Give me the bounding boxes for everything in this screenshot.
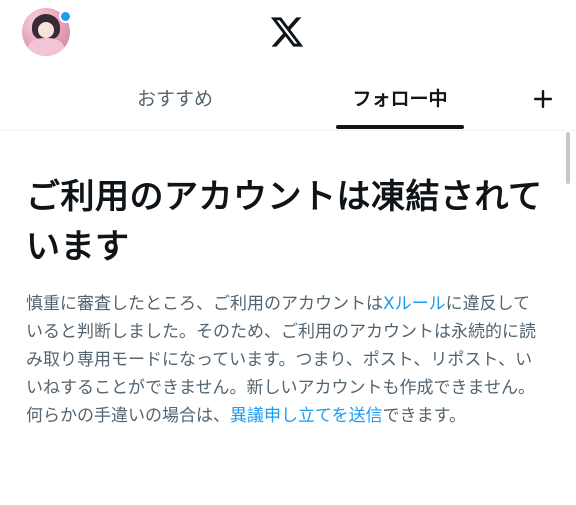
avatar-notification-dot <box>59 10 72 23</box>
tab-following[interactable]: フォロー中 <box>330 64 470 130</box>
top-bar <box>0 0 576 64</box>
scrollbar[interactable] <box>566 132 570 184</box>
submit-appeal-link[interactable]: 異議申し立てを送信 <box>230 406 383 426</box>
notice-headline: ご利用のアカウントは凍結されています <box>26 177 543 267</box>
suspension-notice: ご利用のアカウントは凍結されています 慎重に審査したところ、ご利用のアカウントは… <box>26 172 546 430</box>
active-tab-indicator <box>336 125 464 129</box>
avatar-body <box>28 38 64 56</box>
add-tab-button[interactable] <box>526 82 560 116</box>
plus-icon <box>534 90 552 108</box>
x-logo-icon <box>270 17 304 47</box>
x-rules-link[interactable]: Xルール <box>383 294 446 314</box>
avatar-face <box>38 22 54 38</box>
timeline-tabs: おすすめ フォロー中 <box>0 64 576 131</box>
notice-body-part3: できます。 <box>382 406 466 426</box>
notice-body-part1: 慎重に審査したところ、ご利用のアカウントは <box>26 294 383 314</box>
tab-recommended[interactable]: おすすめ <box>100 64 250 130</box>
notice-body: 慎重に審査したところ、ご利用のアカウントはXルールに違反していると判断しました。… <box>26 290 546 430</box>
tab-following-label: フォロー中 <box>352 87 448 110</box>
tab-recommended-label: おすすめ <box>136 87 213 110</box>
